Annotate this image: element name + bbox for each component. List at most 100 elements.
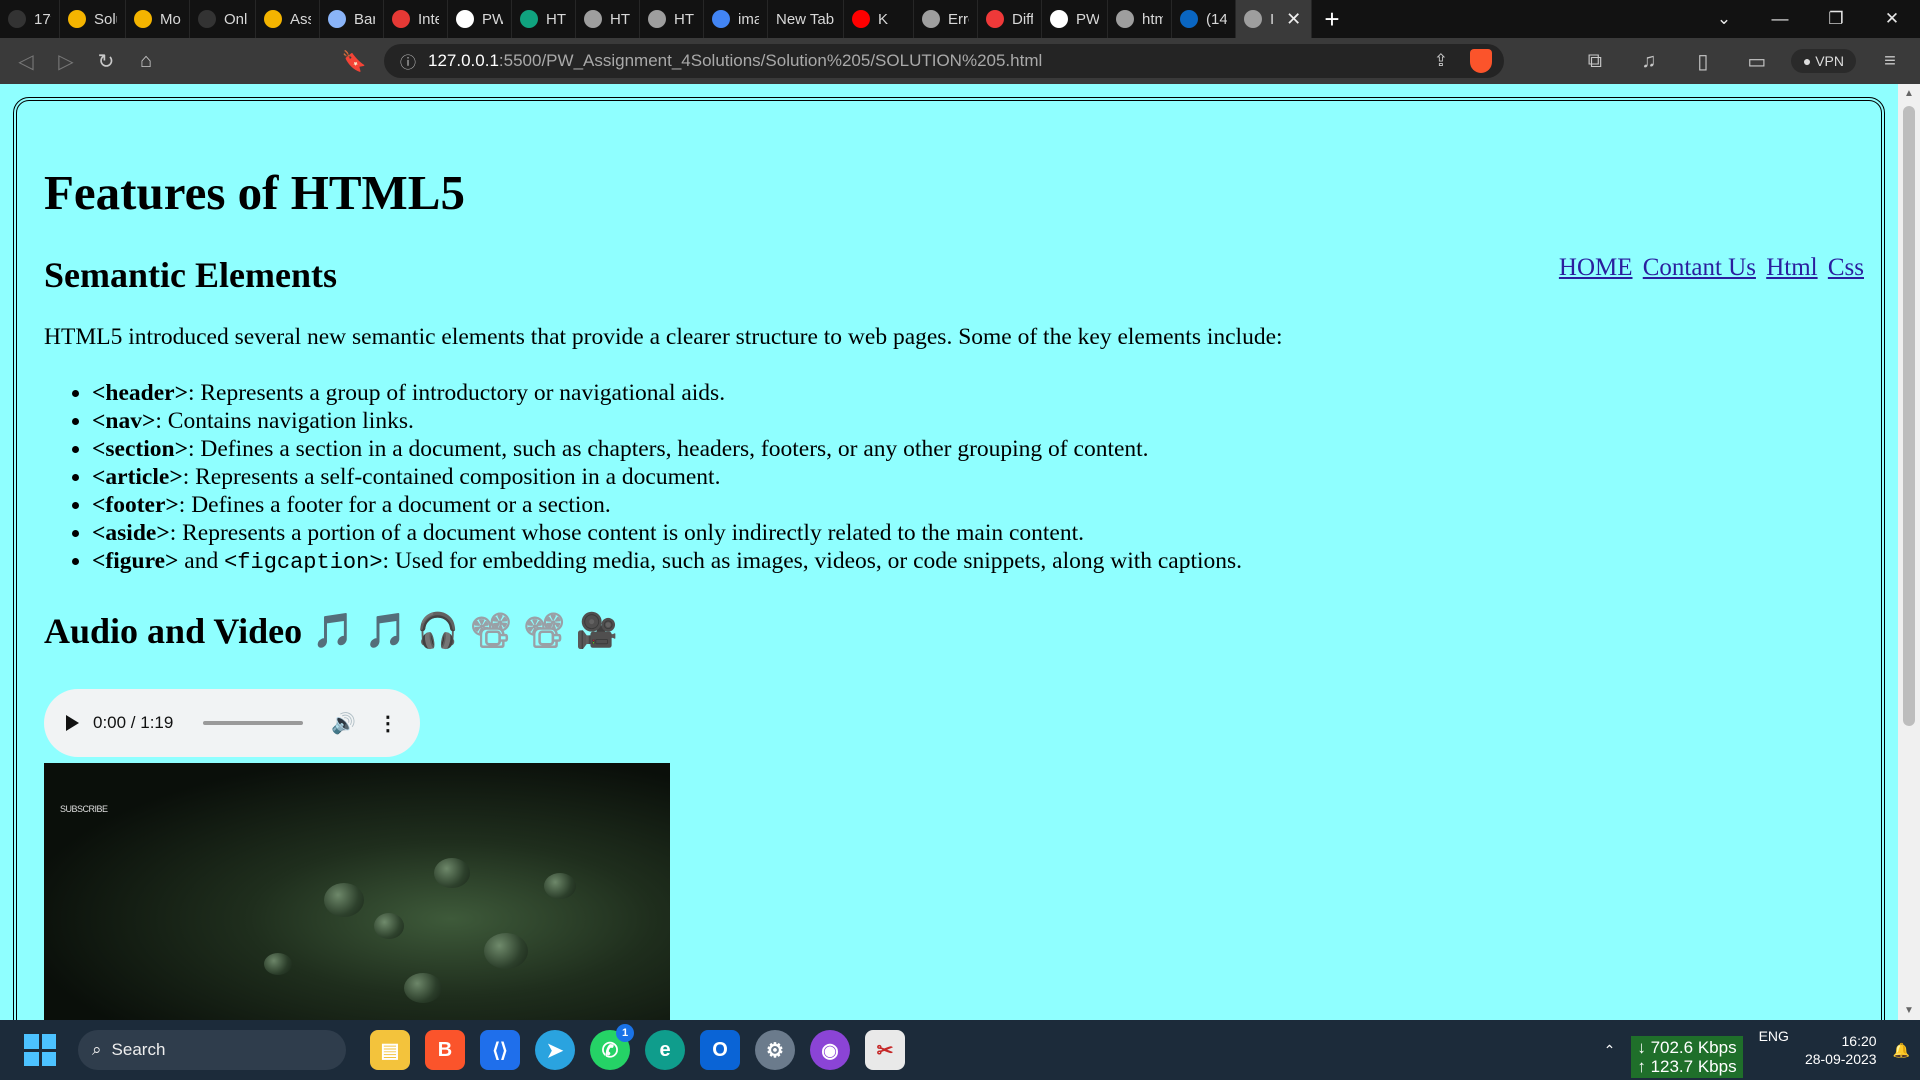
browser-tab[interactable]: Bard: [320, 0, 384, 38]
browser-tab[interactable]: (14): [1172, 0, 1236, 38]
home-button[interactable]: ⌂: [126, 50, 166, 73]
url-host: 127.0.0.1: [428, 51, 499, 70]
language-indicator[interactable]: ENG: [1759, 1028, 1789, 1044]
minimize-button[interactable]: —: [1752, 9, 1808, 29]
water-drop: [264, 953, 292, 975]
snipping-tool-icon[interactable]: ✂: [865, 1030, 905, 1070]
play-icon[interactable]: [66, 715, 79, 731]
new-tab-button[interactable]: +: [1312, 4, 1352, 35]
site-info-icon[interactable]: ⓘ: [400, 49, 416, 73]
edge-icon[interactable]: e: [645, 1030, 685, 1070]
vscode-icon[interactable]: ⟨⟩: [480, 1030, 520, 1070]
chatgpt-icon: [520, 10, 538, 28]
element-desc: : Represents a group of introductory or …: [187, 380, 726, 406]
list-item: <figure> and <figcaption>: Used for embe…: [92, 547, 1242, 577]
browser-tab[interactable]: Diffe: [978, 0, 1042, 38]
share-icon[interactable]: ⇪: [1434, 51, 1448, 71]
volume-icon[interactable]: 🔊: [331, 711, 356, 736]
browser-tab[interactable]: HTM: [576, 0, 640, 38]
outlook-icon[interactable]: O: [700, 1030, 740, 1070]
vpn-label: VPN: [1815, 53, 1844, 69]
drive-icon: [264, 10, 282, 28]
media-icon[interactable]: ♫: [1629, 50, 1669, 73]
film-projector-icon: 📽: [522, 613, 566, 650]
nav-link-html[interactable]: Html: [1766, 254, 1817, 281]
tab-list-chevron-icon[interactable]: ⌄: [1696, 9, 1752, 29]
vpn-button[interactable]: ● VPN: [1790, 49, 1856, 73]
taskbar-search[interactable]: ⌕ Search: [78, 1030, 346, 1070]
file-explorer-icon[interactable]: ▤: [370, 1030, 410, 1070]
bard-icon: [328, 10, 346, 28]
reload-button[interactable]: ↻: [86, 49, 126, 74]
browser-tab[interactable]: I ✕: [1236, 0, 1312, 38]
sidebar-icon[interactable]: ▯: [1683, 49, 1723, 74]
browser-tab[interactable]: Error: [914, 0, 978, 38]
element-desc: : Defines a section in a document, such …: [187, 436, 1149, 462]
element-desc: : Defines a footer for a document or a s…: [178, 492, 611, 518]
taskbar: ⌕ Search ▤ B ⟨⟩ ➤ ✆ 1 e O ⚙ ◉ ✂ ⌃ ↓ 702.6…: [0, 1020, 1920, 1080]
close-window-button[interactable]: ✕: [1864, 9, 1920, 29]
brave-shields-icon[interactable]: [1470, 49, 1492, 73]
clock[interactable]: 16:20 28-09-2023: [1805, 1032, 1877, 1068]
browser-tab[interactable]: Mod: [126, 0, 190, 38]
brave-icon[interactable]: B: [425, 1030, 465, 1070]
search-icon: ⌕: [92, 1040, 102, 1059]
google-icon: [712, 10, 730, 28]
scrollbar-thumb[interactable]: [1903, 106, 1915, 726]
nav-link-home[interactable]: HOME: [1559, 254, 1633, 281]
back-button[interactable]: ◁: [6, 49, 46, 74]
scroll-down-icon[interactable]: ▼: [1904, 1005, 1914, 1016]
github-icon: [456, 10, 474, 28]
water-drop: [434, 858, 470, 888]
nav-link-css[interactable]: Css: [1828, 254, 1864, 281]
section-heading-text: Audio and Video: [44, 611, 303, 651]
extensions-icon[interactable]: ⧉: [1575, 50, 1615, 73]
browser-tab[interactable]: PW_: [448, 0, 512, 38]
water-drop: [404, 973, 442, 1003]
browser-tab[interactable]: imag: [704, 0, 768, 38]
vertical-scrollbar[interactable]: ▲ ▼: [1898, 84, 1920, 1020]
browser-tab[interactable]: Assig: [256, 0, 320, 38]
address-bar[interactable]: ⓘ 127.0.0.1:5500/PW_Assignment_4Solution…: [384, 44, 1504, 78]
maximize-button[interactable]: ❐: [1808, 9, 1864, 29]
wallet-icon[interactable]: ▭: [1737, 49, 1777, 74]
browser-tab[interactable]: Onlin: [190, 0, 256, 38]
browser-tab[interactable]: New Tab: [768, 0, 844, 38]
browser-tab[interactable]: K: [844, 0, 914, 38]
telegram-icon[interactable]: ➤: [535, 1030, 575, 1070]
browser-tab[interactable]: Inter: [384, 0, 448, 38]
water-drop: [374, 913, 404, 939]
start-button[interactable]: [24, 1034, 56, 1066]
element-desc: : Used for embedding media, such as imag…: [382, 548, 1243, 574]
list-item: <article>: Represents a self-contained c…: [92, 463, 1242, 491]
list-item: <section>: Defines a section in a docume…: [92, 435, 1242, 463]
drive-icon: [134, 10, 152, 28]
water-drop: [484, 933, 528, 969]
settings-icon[interactable]: ⚙: [755, 1030, 795, 1070]
scroll-up-icon[interactable]: ▲: [1904, 88, 1914, 99]
video-player[interactable]: SUBSCRIBE: [44, 763, 670, 1020]
browser-tab[interactable]: Solut: [60, 0, 126, 38]
whatsapp-icon[interactable]: ✆ 1: [590, 1024, 634, 1070]
net-down: ↓ 702.6 Kbps: [1637, 1038, 1737, 1057]
element-tag: <figure>: [92, 548, 179, 574]
browser-tab[interactable]: HTM: [512, 0, 576, 38]
browser-toolbar: ◁ ▷ ↻ ⌂ 🔖 ⓘ 127.0.0.1:5500/PW_Assignment…: [0, 38, 1920, 84]
forward-button[interactable]: ▷: [46, 49, 86, 74]
browser-tab[interactable]: 17th: [0, 0, 60, 38]
notification-icon[interactable]: 🔔: [1893, 1042, 1910, 1059]
audio-seek-bar[interactable]: [203, 721, 303, 725]
nav-link-contact[interactable]: Contant Us: [1643, 254, 1756, 281]
clock-time: 16:20: [1841, 1033, 1877, 1049]
linkedin-icon: [1180, 10, 1198, 28]
menu-icon[interactable]: ≡: [1870, 50, 1910, 73]
tray-chevron-icon[interactable]: ⌃: [1604, 1042, 1616, 1059]
tab-label: Assig: [290, 10, 311, 28]
github-desktop-icon[interactable]: ◉: [810, 1030, 850, 1070]
browser-tab[interactable]: html: [1108, 0, 1172, 38]
bookmark-icon[interactable]: 🔖: [334, 49, 374, 74]
browser-tab[interactable]: PW-a: [1042, 0, 1108, 38]
browser-tab[interactable]: HTM: [640, 0, 704, 38]
more-options-icon[interactable]: ⋮: [378, 711, 398, 736]
close-tab-icon[interactable]: ✕: [1286, 9, 1301, 30]
